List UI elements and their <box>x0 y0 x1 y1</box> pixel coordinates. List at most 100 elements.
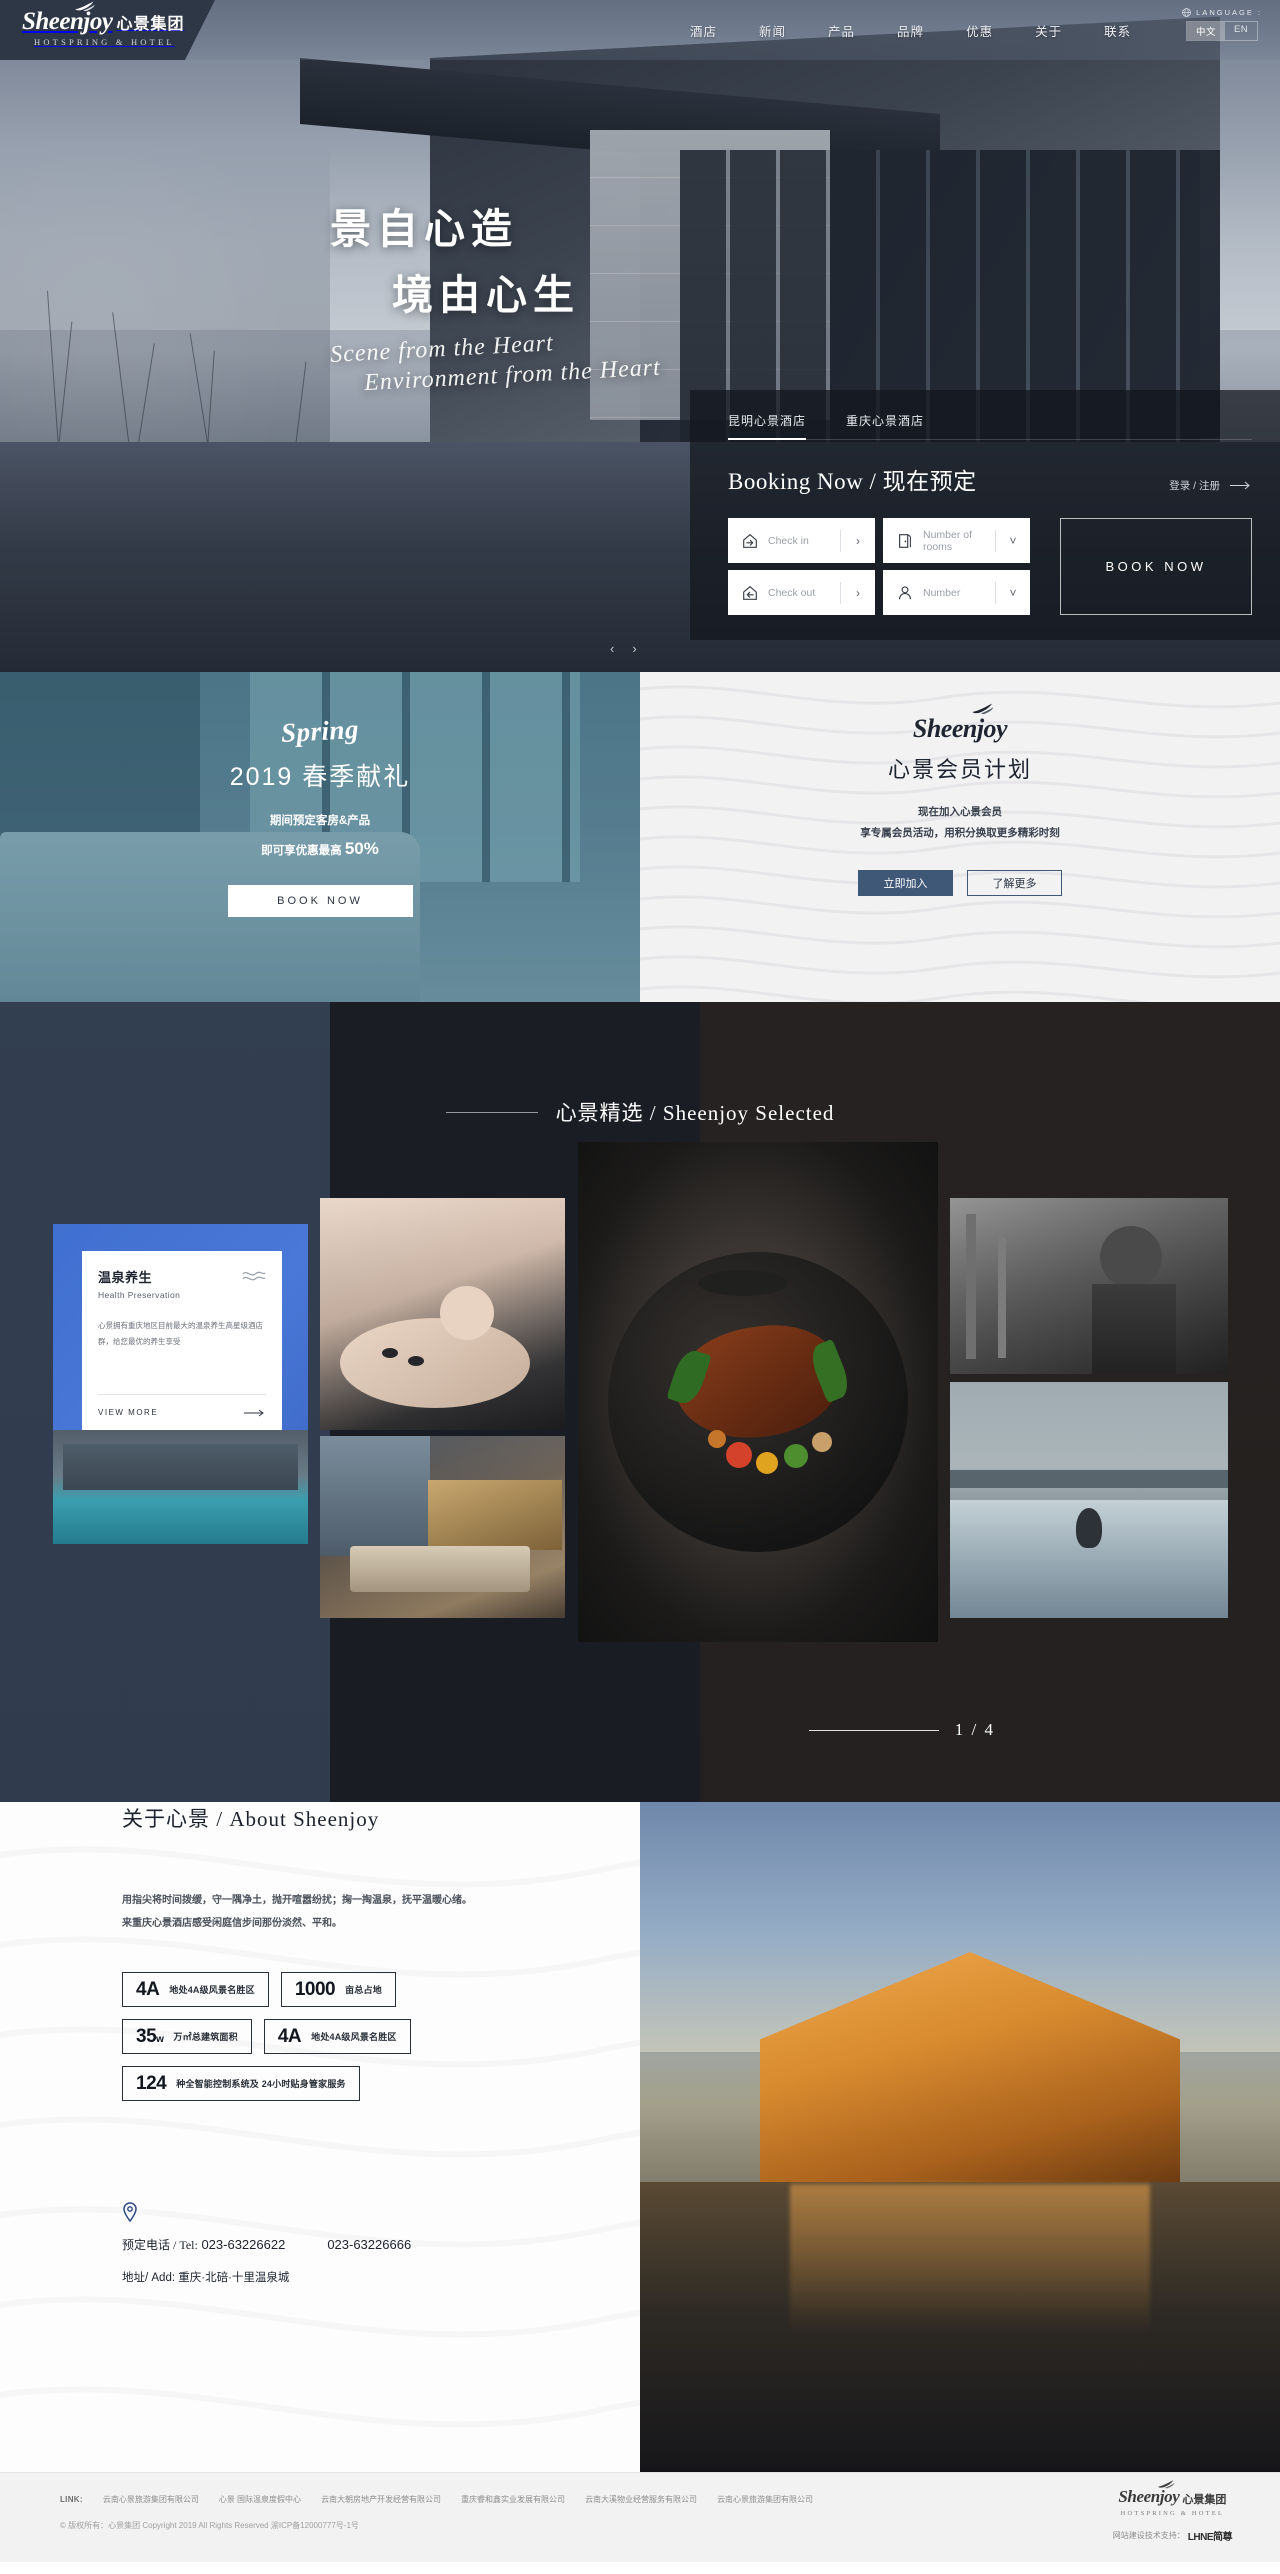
chevron-right-icon[interactable]: › <box>841 534 875 548</box>
join-now-button[interactable]: 立即加入 <box>858 870 953 896</box>
rooms-field[interactable]: Number of rooms ˅ <box>883 518 1030 563</box>
check-in-field[interactable]: Check in › <box>728 518 875 563</box>
stats-row: 35w 万㎡总建筑面积 4A 地处4A级风景名胜区 <box>122 2019 592 2054</box>
spring-line2-prefix: 即可享优惠最高 <box>261 844 345 857</box>
check-out-icon <box>743 585 757 600</box>
stat-text: 地处4A级风景名胜区 <box>169 1985 255 1995</box>
language-selector[interactable]: LANGUAGE : 中文 EN <box>1182 8 1262 41</box>
stat-number: 4A <box>136 1979 160 2000</box>
stat-suffix: w <box>156 2034 164 2045</box>
selected-heading: 心景精选 / Sheenjoy Selected <box>555 1101 835 1125</box>
booking-tab-kunming[interactable]: 昆明心景酒店 <box>728 412 807 440</box>
booking-title: Booking Now / 现在预定 <box>728 469 977 494</box>
check-in-placeholder: Check in <box>768 534 809 547</box>
spring-book-now-button[interactable]: BOOK NOW <box>227 885 413 918</box>
tile-hot-stone-massage[interactable] <box>320 1198 565 1430</box>
membership-line2: 享专属会员活动，用积分换取更多精彩时刻 <box>860 827 1060 839</box>
chevron-right-icon[interactable]: › <box>841 586 875 600</box>
book-now-button[interactable]: BOOK NOW <box>1060 518 1252 615</box>
heading-rule <box>445 1111 538 1113</box>
stat-number: 35w <box>136 2026 164 2047</box>
about-section: 关于心景 / About Sheenjoy 用指尖将时间拨缓，守一隅净土，抛开喧… <box>0 1802 1280 2472</box>
footer-link[interactable]: 云南心景旅游集团有限公司 <box>103 2494 199 2505</box>
stat-box: 35w 万㎡总建筑面积 <box>122 2019 252 2054</box>
booking-tab-divider <box>728 439 1252 440</box>
booking-tab-chongqing[interactable]: 重庆心景酒店 <box>846 412 924 440</box>
tel-number-1[interactable]: 023-63226622 <box>201 2237 285 2252</box>
login-register-label: 登录 / 注册 <box>1169 480 1220 492</box>
nav-item-hotels[interactable]: 酒店 <box>690 21 717 40</box>
footer-link[interactable]: 云南心景旅游集团有限公司 <box>717 2494 813 2505</box>
pager-count: 1 / 4 <box>954 1720 995 1739</box>
tech-brand[interactable]: LHNE简尊 <box>1188 2528 1233 2543</box>
nav-item-news[interactable]: 新闻 <box>759 21 786 40</box>
bird-icon <box>972 703 994 715</box>
footer-logo[interactable]: Sheenjoy 心景集团 <box>1113 2480 1232 2507</box>
tile-gourmet-dish[interactable] <box>578 1142 938 1642</box>
feature-card-title-cn: 温泉养生 <box>98 1270 153 1285</box>
footer-link[interactable]: 云南大朝房地产开发经营有限公司 <box>321 2494 441 2505</box>
door-icon <box>899 533 911 548</box>
logo-subtitle: HOTSPRING & HOTEL <box>34 37 175 47</box>
check-out-placeholder: Check out <box>768 586 816 599</box>
membership-line1: 现在加入心景会员 <box>918 806 1002 818</box>
nav-item-contact[interactable]: 联系 <box>1104 21 1131 40</box>
footer-link[interactable]: 云南大溪物业经营服务有限公司 <box>585 2494 697 2505</box>
feature-card-title-en: Health Preservation <box>98 1290 181 1300</box>
tile-outdoor-pool[interactable] <box>53 1430 308 1544</box>
chevron-down-icon[interactable]: ˅ <box>996 534 1030 548</box>
selected-pager: 1 / 4 <box>808 1720 995 1740</box>
booking-fields: Check in › Check out › Number of rooms ˅… <box>728 518 1252 615</box>
spring-discount-value: 50% <box>344 838 379 858</box>
footer-link[interactable]: 重庆睿和鑫实业发展有限公司 <box>461 2494 565 2505</box>
footer-link[interactable]: 心景 国际温泉度假中心 <box>219 2494 301 2505</box>
hero-carousel-controls: ‹ › <box>610 641 637 656</box>
hero-title-cn-2: 境由心生 <box>392 272 580 318</box>
chevron-down-icon[interactable]: ˅ <box>996 586 1030 600</box>
lang-option-zh[interactable]: 中文 <box>1186 22 1225 40</box>
stat-number: 124 <box>136 2073 167 2094</box>
membership-logo-en: Sheenjoy <box>912 714 1008 743</box>
tile-gym[interactable] <box>950 1198 1228 1374</box>
tel-number-2[interactable]: 023-63226666 <box>327 2237 411 2252</box>
footer-tech-credit: 网站建设技术支持： LHNE简尊 <box>1112 2528 1233 2543</box>
learn-more-button[interactable]: 了解更多 <box>967 870 1062 896</box>
contact-block: 预定电话 / Tel: 023-63226622 023-63226666 地址… <box>122 2202 411 2285</box>
stat-box: 124 种全智能控制系统及 24小时贴身管家服务 <box>122 2066 360 2101</box>
nav-item-about[interactable]: 关于 <box>1035 21 1062 40</box>
about-paragraph: 用指尖将时间拨缓，守一隅净土，抛开喧嚣纷扰；掬一掏温泉，抚平温暖心绪。 来重庆心… <box>122 1889 562 1935</box>
hero-next-icon[interactable]: › <box>632 641 636 656</box>
view-more-link[interactable]: VIEW MORE <box>98 1408 266 1417</box>
arrow-right-icon <box>244 1409 264 1416</box>
site-header: Sheenjoy 心景集团 HOTSPRING & HOTEL 酒店 新闻 产品… <box>0 0 1280 60</box>
nav-item-brand[interactable]: 品牌 <box>897 21 924 40</box>
stat-number: 4A <box>277 2026 302 2047</box>
guests-placeholder: Number <box>923 586 961 599</box>
lang-option-en[interactable]: EN <box>1225 22 1257 40</box>
membership-card: Sheenjoy 心景会员计划 现在加入心景会员 享专属会员活动，用积分换取更多… <box>640 672 1280 1002</box>
footer-copyright: © 版权所有：心景集团 Copyright 2019 All Rights Re… <box>60 2521 359 2530</box>
main-nav: 酒店 新闻 产品 品牌 优惠 关于 联系 <box>690 0 1131 60</box>
hero-title-cn-1: 景自心造 <box>330 206 518 252</box>
address-row: 地址/ Add: 重庆·北碚·十里温泉城 <box>122 2272 290 2284</box>
guests-field[interactable]: Number ˅ <box>883 570 1030 615</box>
stat-text: 亩总占地 <box>345 1985 382 1995</box>
homepage: Sheenjoy 心景集团 HOTSPRING & HOTEL 酒店 新闻 产品… <box>0 0 1280 2562</box>
stat-text: 种全智能控制系统及 24小时贴身管家服务 <box>176 2079 346 2089</box>
nav-item-offers[interactable]: 优惠 <box>966 21 993 40</box>
telephone-row: 预定电话 / Tel: 023-63226622 023-63226666 <box>122 2236 411 2253</box>
tech-label: 网站建设技术支持： <box>1112 2531 1185 2540</box>
hero-prev-icon[interactable]: ‹ <box>610 641 614 656</box>
view-more-label: VIEW MORE <box>98 1408 159 1417</box>
pager-progress-line[interactable] <box>808 1729 939 1731</box>
spring-promo-card[interactable]: Spring 2019 春季献礼 期间预定客房&产品 即可享优惠最高 50% B… <box>0 672 640 1002</box>
nav-item-products[interactable]: 产品 <box>828 21 855 40</box>
site-logo[interactable]: Sheenjoy 心景集团 HOTSPRING & HOTEL <box>22 1 184 47</box>
tile-guest-room[interactable] <box>320 1436 565 1618</box>
spring-heading: 2019 春季献礼 <box>229 763 411 791</box>
wave-icon <box>242 1271 266 1281</box>
tile-hot-spring[interactable] <box>950 1382 1228 1618</box>
check-out-field[interactable]: Check out › <box>728 570 875 615</box>
about-stats: 4A 地处4A级风景名胜区 1000 亩总占地 35w 万㎡总建筑面积 4A 地… <box>122 1972 592 2113</box>
login-register-link[interactable]: 登录 / 注册 <box>1169 478 1252 496</box>
